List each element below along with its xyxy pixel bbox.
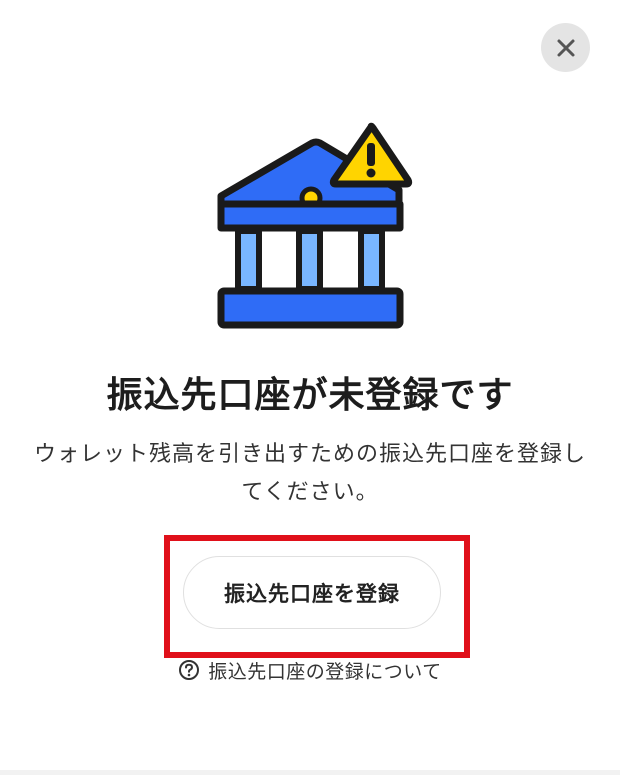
register-account-button[interactable]: 振込先口座を登録 bbox=[183, 556, 441, 629]
modal-dialog: 振込先口座が未登録です ウォレット残高を引き出すための振込先口座を登録してくださ… bbox=[0, 0, 620, 775]
dialog-title: 振込先口座が未登録です bbox=[106, 375, 514, 416]
dialog-description: ウォレット残高を引き出すための振込先口座を登録してください。 bbox=[33, 442, 586, 505]
bottom-divider bbox=[0, 770, 620, 775]
bank-warning-icon bbox=[217, 122, 413, 329]
question-circle-icon bbox=[178, 659, 200, 681]
help-link-label: 振込先口座の登録について bbox=[208, 660, 442, 683]
help-link[interactable]: 振込先口座の登録について bbox=[0, 655, 620, 685]
